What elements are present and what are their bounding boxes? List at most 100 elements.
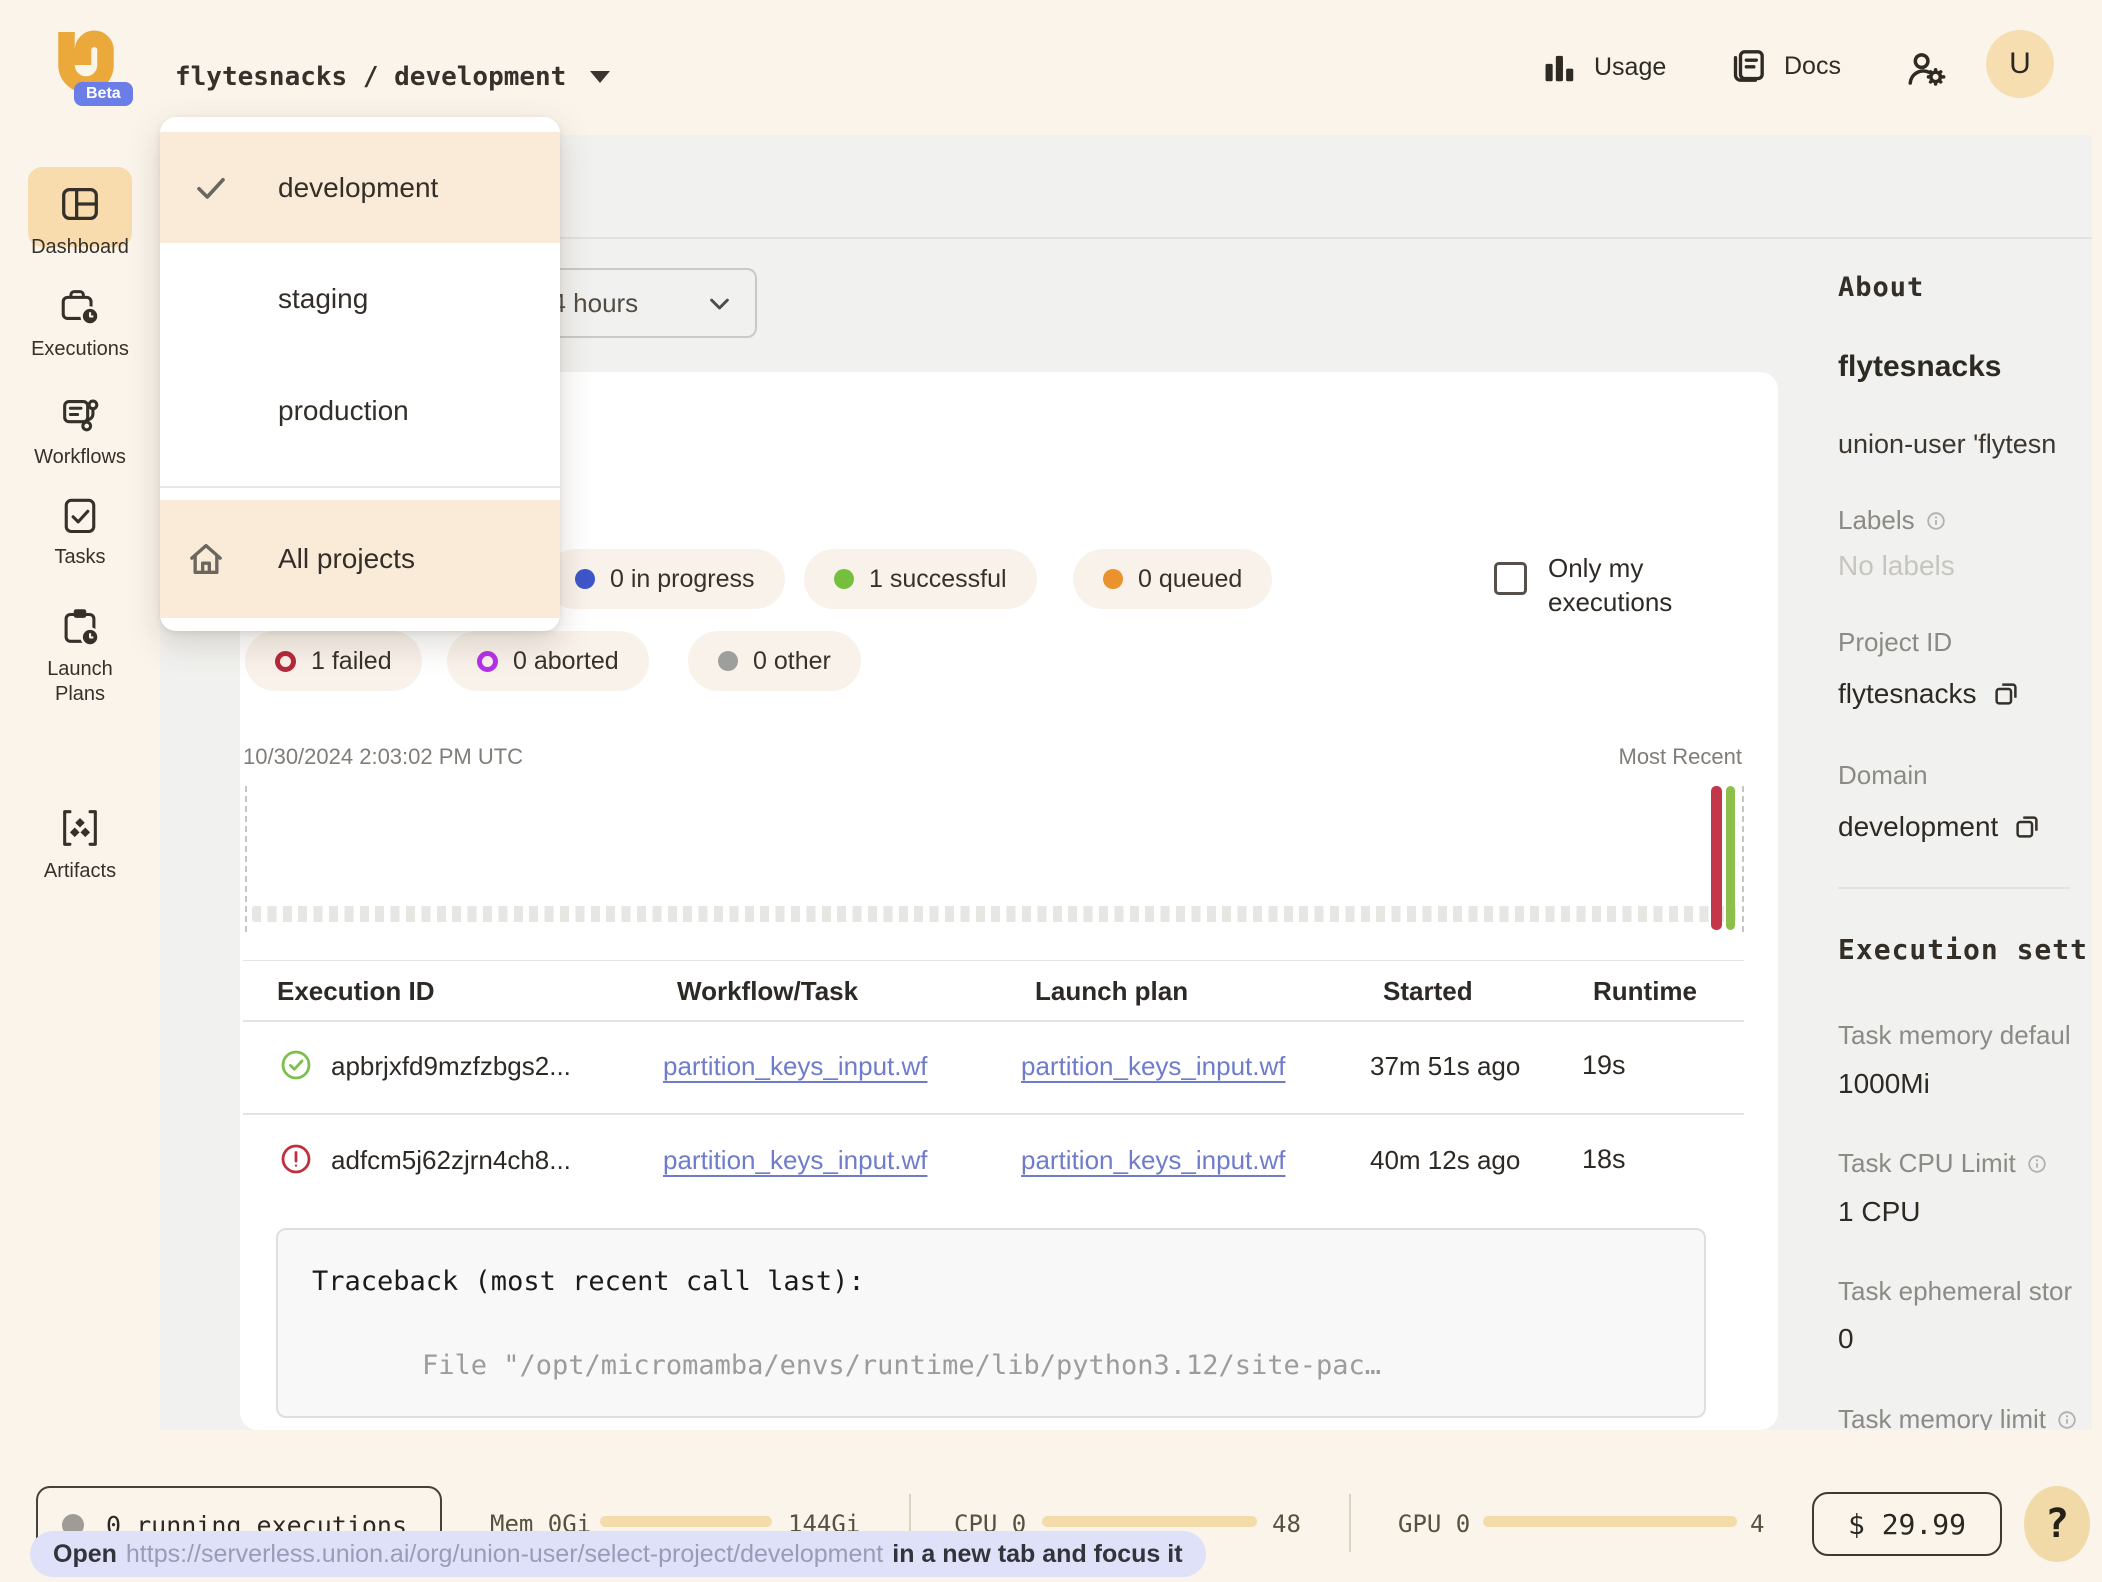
timeline-succeeded-bar xyxy=(1726,786,1735,930)
only-my-executions-label: Only my executions xyxy=(1548,552,1724,620)
sidebar-item-tasks[interactable]: Tasks xyxy=(0,493,160,570)
gpu-meter-label: GPU 0 xyxy=(1398,1510,1470,1538)
sidebar-item-label: Tasks xyxy=(54,545,105,570)
sidebar-item-launch-plans[interactable]: Launch Plans xyxy=(0,603,160,707)
project-name: flytesnacks xyxy=(1838,350,2001,384)
menu-item-production[interactable]: production xyxy=(160,355,560,467)
mem-meter-bar xyxy=(600,1516,772,1527)
only-my-executions-checkbox[interactable] xyxy=(1494,562,1527,595)
sidebar-item-label: Workflows xyxy=(34,445,126,470)
timeline-axis-ticks xyxy=(252,906,1736,922)
workflow-link[interactable]: partition_keys_input.wf xyxy=(663,1051,927,1082)
execution-id: adfcm5j62zjrn4ch8... xyxy=(331,1145,571,1176)
started-value: 37m 51s ago xyxy=(1370,1051,1520,1082)
setting-value: 0 xyxy=(1838,1323,1854,1355)
chip-label: 1 failed xyxy=(311,647,392,676)
docs-nav-button[interactable]: Docs xyxy=(1728,46,1841,86)
chip-label: 1 successful xyxy=(869,565,1007,594)
sidebar-item-label: Dashboard xyxy=(31,235,129,260)
chip-other[interactable]: 0 other xyxy=(688,631,861,691)
setting-value: 1000Mi xyxy=(1838,1068,1930,1100)
copy-icon[interactable] xyxy=(2012,812,2042,842)
chip-successful[interactable]: 1 successful xyxy=(804,549,1037,609)
traceback-line-2: File "/opt/micromamba/envs/runtime/lib/p… xyxy=(422,1350,1381,1381)
workflow-link[interactable]: partition_keys_input.wf xyxy=(663,1145,927,1176)
dashboard-icon xyxy=(57,181,103,227)
in-progress-dot-icon xyxy=(575,569,595,589)
menu-item-label: staging xyxy=(278,283,368,315)
menu-item-development[interactable]: development xyxy=(160,132,560,243)
tooltip-suffix: in a new tab and focus it xyxy=(892,1540,1182,1569)
chip-in-progress[interactable]: 0 in progress xyxy=(545,549,785,609)
copy-icon[interactable] xyxy=(1991,679,2021,709)
success-status-icon xyxy=(280,1049,312,1081)
failed-status-icon xyxy=(280,1143,312,1175)
user-settings-icon[interactable] xyxy=(1905,48,1947,90)
breadcrumb-text: flytesnacks / development xyxy=(175,62,566,92)
info-icon[interactable] xyxy=(1925,510,1947,532)
beta-badge: Beta xyxy=(74,82,133,106)
info-icon[interactable] xyxy=(2056,1409,2078,1431)
project-id-value: flytesnacks xyxy=(1838,678,1977,710)
runtime-value: 18s xyxy=(1582,1144,1626,1175)
info-icon[interactable] xyxy=(2026,1153,2048,1175)
labels-label: Labels xyxy=(1838,505,1947,536)
chip-failed[interactable]: 1 failed xyxy=(245,631,422,691)
sidebar-item-label: Executions xyxy=(31,337,129,362)
cpu-meter-max: 48 xyxy=(1272,1510,1301,1538)
column-header-runtime: Runtime xyxy=(1593,976,1697,1007)
artifacts-icon xyxy=(57,805,103,851)
link-action-tooltip: Open https://serverless.union.ai/org/uni… xyxy=(30,1531,1206,1577)
labels-value: No labels xyxy=(1838,550,1955,582)
timeline-end-label: Most Recent xyxy=(1400,744,1742,770)
gpu-meter-max: 4 xyxy=(1750,1510,1764,1538)
chip-label: 0 aborted xyxy=(513,647,619,676)
project-id-label: Project ID xyxy=(1838,627,1952,658)
timeline-start-label: 10/30/2024 2:03:02 PM UTC xyxy=(243,744,523,770)
breadcrumb[interactable]: flytesnacks / development xyxy=(175,55,610,99)
cost-button[interactable]: $ 29.99 xyxy=(1812,1492,2002,1556)
chip-label: 0 queued xyxy=(1138,565,1242,594)
other-dot-icon xyxy=(718,651,738,671)
chip-aborted[interactable]: 0 aborted xyxy=(447,631,649,691)
user-avatar[interactable]: U xyxy=(1986,30,2054,98)
domain-value: development xyxy=(1838,811,1998,843)
domain-row: development xyxy=(1838,811,2042,843)
menu-item-label: development xyxy=(278,172,438,204)
setting-label: Task memory defaul xyxy=(1838,1020,2094,1051)
sidebar-item-executions[interactable]: Executions xyxy=(0,283,160,362)
setting-label: Task CPU Limit xyxy=(1838,1148,2048,1179)
traceback-line-1: Traceback (most recent call last): xyxy=(312,1266,865,1297)
sidebar-item-artifacts[interactable]: Artifacts xyxy=(0,805,160,884)
sidebar-item-workflows[interactable]: Workflows xyxy=(0,391,160,470)
timeline-failed-bar xyxy=(1711,786,1722,930)
usage-label: Usage xyxy=(1594,53,1666,82)
started-value: 40m 12s ago xyxy=(1370,1145,1520,1176)
menu-item-staging[interactable]: staging xyxy=(160,243,560,355)
tooltip-prefix: Open xyxy=(53,1540,117,1569)
about-panel-title: About xyxy=(1838,272,1924,303)
traceback-box: Traceback (most recent call last): File … xyxy=(276,1228,1706,1418)
launch-plan-link[interactable]: partition_keys_input.wf xyxy=(1021,1051,1285,1082)
panel-divider xyxy=(1838,887,2070,889)
help-button[interactable]: ? xyxy=(2024,1486,2090,1562)
breadcrumb-caret-icon xyxy=(590,71,610,83)
launch-plan-link[interactable]: partition_keys_input.wf xyxy=(1021,1145,1285,1176)
project-selector-menu: development staging production All proje… xyxy=(160,117,560,631)
docs-label: Docs xyxy=(1784,52,1841,81)
setting-label-text: Task CPU Limit xyxy=(1838,1148,2016,1179)
menu-item-all-projects[interactable]: All projects xyxy=(160,500,560,618)
union-dashboard-page: 24 hours 0 in progress 1 successful 0 qu… xyxy=(0,0,2102,1582)
usage-nav-button[interactable]: Usage xyxy=(1540,48,1666,86)
chevron-down-icon xyxy=(706,290,733,317)
failed-ring-icon xyxy=(275,651,296,672)
executions-icon xyxy=(57,283,103,329)
sidebar-item-label: Artifacts xyxy=(44,859,116,884)
chip-queued[interactable]: 0 queued xyxy=(1073,549,1272,609)
table-row-divider xyxy=(243,1113,1744,1115)
sidebar-item-dashboard[interactable]: Dashboard xyxy=(0,181,160,260)
execution-settings-title: Execution sett xyxy=(1838,933,2094,966)
tasks-icon xyxy=(58,493,102,537)
docs-icon xyxy=(1728,46,1768,86)
bar-chart-icon xyxy=(1540,48,1578,86)
